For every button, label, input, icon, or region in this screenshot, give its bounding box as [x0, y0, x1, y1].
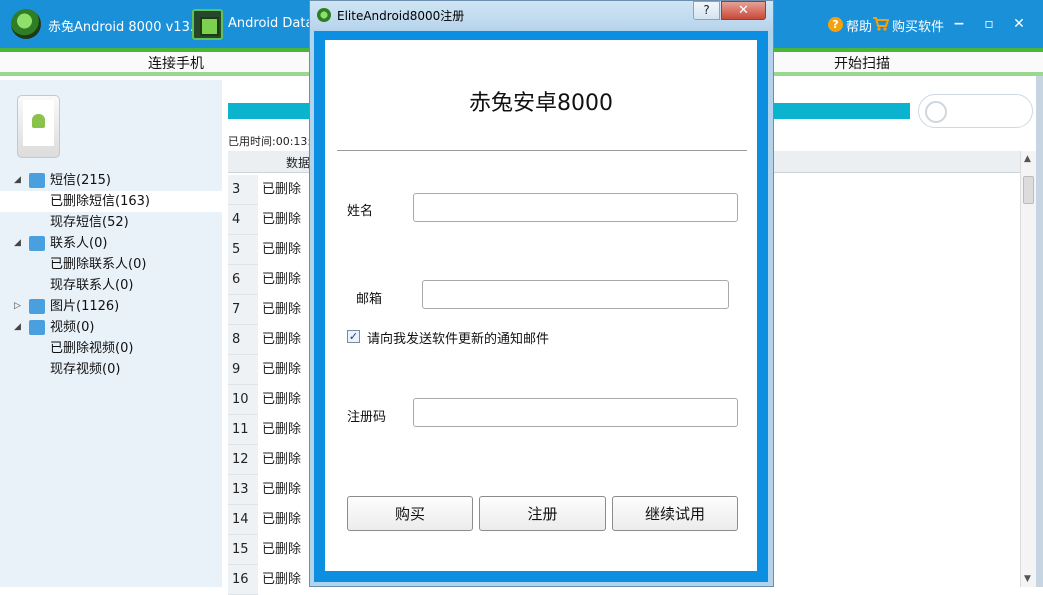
- dialog-frame: 赤兔安卓8000 姓名 邮箱 ✓ 请向我发送软件更新的通知邮件 注册码 购买 注…: [314, 31, 768, 582]
- row-status: 已删除: [262, 422, 302, 437]
- column-header-data[interactable]: 数据: [286, 154, 310, 171]
- android-data-tab-label[interactable]: Android Data: [228, 16, 313, 31]
- buy-software-link[interactable]: 购买软件: [892, 16, 944, 35]
- registration-code-label: 注册码: [347, 410, 387, 425]
- minimize-button[interactable]: −: [950, 15, 968, 33]
- row-status: 已删除: [262, 542, 302, 557]
- expand-toggle-icon[interactable]: ◢: [14, 170, 21, 191]
- phone-device-icon: [17, 95, 60, 158]
- help-icon[interactable]: ?: [828, 17, 843, 32]
- video-icon: [29, 320, 45, 335]
- tree-item-existing-sms[interactable]: 现存短信(52): [0, 212, 222, 233]
- search-icon[interactable]: [925, 101, 947, 123]
- tree-item-contacts[interactable]: ◢ 联系人(0): [0, 233, 222, 254]
- tree-item-deleted-sms[interactable]: 已删除短信(163): [0, 191, 222, 212]
- row-number: 7: [228, 295, 258, 325]
- notify-checkbox[interactable]: ✓: [347, 330, 360, 343]
- dialog-close-button[interactable]: ✕: [721, 1, 766, 20]
- app-title: 赤兔Android 8000 v13.4: [48, 20, 203, 35]
- row-number: 14: [228, 505, 258, 535]
- row-status: 已删除: [262, 392, 302, 407]
- row-number: 9: [228, 355, 258, 385]
- row-status: 已删除: [262, 242, 302, 257]
- dialog-title: EliteAndroid8000注册: [337, 9, 465, 23]
- row-status: 已删除: [262, 212, 302, 227]
- search-box[interactable]: [918, 94, 1033, 128]
- row-status: 已删除: [262, 452, 302, 467]
- message-icon: [29, 173, 45, 188]
- collapse-toggle-icon[interactable]: ▷: [14, 296, 21, 317]
- connect-phone-tab[interactable]: 连接手机: [148, 53, 204, 73]
- dialog-heading: 赤兔安卓8000: [469, 91, 613, 116]
- help-link[interactable]: 帮助: [846, 16, 872, 35]
- row-status: 已删除: [262, 362, 302, 377]
- tree-item-videos[interactable]: ◢ 视频(0): [0, 317, 222, 338]
- dialog-help-button[interactable]: ?: [693, 1, 720, 20]
- row-number: 12: [228, 445, 258, 475]
- row-number: 13: [228, 475, 258, 505]
- app-logo-icon: [11, 9, 41, 39]
- expand-toggle-icon[interactable]: ◢: [14, 233, 21, 254]
- continue-trial-button[interactable]: 继续试用: [612, 496, 738, 531]
- tree-item-sms[interactable]: ◢ 短信(215): [0, 170, 222, 191]
- row-number: 6: [228, 265, 258, 295]
- email-label: 邮箱: [356, 292, 383, 307]
- row-number: 5: [228, 235, 258, 265]
- dialog-divider: [337, 150, 747, 151]
- scroll-down-icon[interactable]: ▼: [1024, 574, 1031, 584]
- tree-item-deleted-videos[interactable]: 已删除视频(0): [0, 338, 222, 359]
- row-status: 已删除: [262, 182, 302, 197]
- row-number: 10: [228, 385, 258, 415]
- buy-button[interactable]: 购买: [347, 496, 473, 531]
- notify-checkbox-label[interactable]: 请向我发送软件更新的通知邮件: [367, 328, 549, 347]
- tree-item-pictures[interactable]: ▷ 图片(1126): [0, 296, 222, 317]
- tree-item-deleted-contacts[interactable]: 已删除联系人(0): [0, 254, 222, 275]
- row-status: 已删除: [262, 272, 302, 287]
- row-status: 已删除: [262, 302, 302, 317]
- cart-icon[interactable]: [873, 17, 889, 31]
- category-tree-panel: ◢ 短信(215) 已删除短信(163) 现存短信(52) ◢ 联系人(0) 已…: [0, 80, 222, 587]
- elapsed-time: 已用时间:00:13:2: [228, 135, 319, 148]
- picture-icon: [29, 299, 45, 314]
- row-status: 已删除: [262, 572, 302, 587]
- registration-dialog: EliteAndroid8000注册 ? ✕ 赤兔安卓8000 姓名 邮箱 ✓ …: [309, 0, 774, 587]
- expand-toggle-icon[interactable]: ◢: [14, 317, 21, 338]
- maximize-button[interactable]: ▫: [980, 15, 998, 33]
- row-status: 已删除: [262, 332, 302, 347]
- tree-item-existing-videos[interactable]: 现存视频(0): [0, 359, 222, 380]
- name-field[interactable]: [413, 193, 738, 222]
- register-button[interactable]: 注册: [479, 496, 606, 531]
- dialog-app-icon: [317, 8, 331, 22]
- android-data-tab-icon[interactable]: [192, 9, 223, 40]
- row-status: 已删除: [262, 482, 302, 497]
- row-number: 15: [228, 535, 258, 565]
- vertical-scrollbar[interactable]: ▲ ▼: [1020, 151, 1036, 587]
- row-number: 11: [228, 415, 258, 445]
- dialog-body: 赤兔安卓8000 姓名 邮箱 ✓ 请向我发送软件更新的通知邮件 注册码 购买 注…: [325, 40, 757, 571]
- row-number: 16: [228, 565, 258, 595]
- row-number: 8: [228, 325, 258, 355]
- registration-code-field[interactable]: [413, 398, 738, 427]
- window-edge: [1036, 76, 1043, 587]
- dialog-title-bar[interactable]: EliteAndroid8000注册 ? ✕: [310, 1, 773, 29]
- row-number: 4: [228, 205, 258, 235]
- row-status: 已删除: [262, 512, 302, 527]
- start-scan-tab[interactable]: 开始扫描: [834, 53, 890, 73]
- scrollbar-thumb[interactable]: [1023, 176, 1034, 204]
- contact-icon: [29, 236, 45, 251]
- scroll-up-icon[interactable]: ▲: [1024, 154, 1031, 164]
- email-field[interactable]: [422, 280, 729, 309]
- row-number: 3: [228, 175, 258, 205]
- close-window-button[interactable]: ✕: [1010, 15, 1028, 33]
- name-label: 姓名: [347, 204, 374, 219]
- tree-item-existing-contacts[interactable]: 现存联系人(0): [0, 275, 222, 296]
